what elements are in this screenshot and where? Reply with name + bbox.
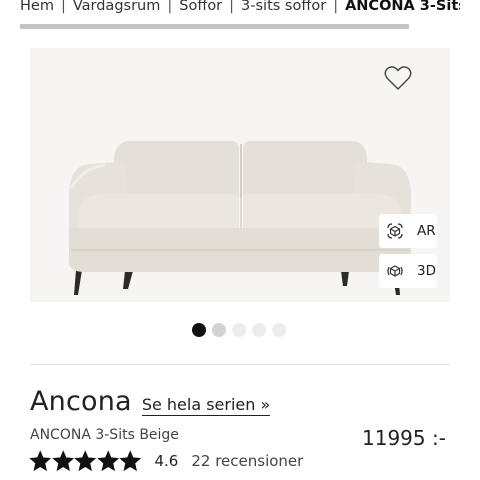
breadcrumb-separator: | xyxy=(333,0,339,14)
breadcrumb-item-3-sits-soffor[interactable]: 3-sits soffor xyxy=(241,0,326,14)
breadcrumb-item-vardagsrum[interactable]: Vardagsrum xyxy=(73,0,161,14)
section-divider xyxy=(30,364,450,365)
gallery-dot-2[interactable] xyxy=(212,323,226,337)
star-icon xyxy=(96,450,119,472)
star-icon xyxy=(51,450,74,472)
sofa-product-image xyxy=(69,141,411,295)
product-title: Ancona xyxy=(30,386,132,417)
star-icon xyxy=(119,450,142,472)
breadcrumb-item-hem[interactable]: Hem xyxy=(20,0,54,14)
rating-value: 4.6 xyxy=(154,452,179,470)
breadcrumb-separator: | xyxy=(60,0,66,14)
gallery-dot-5[interactable] xyxy=(272,323,286,337)
gallery-dot-4[interactable] xyxy=(252,323,266,337)
rating-stars xyxy=(29,450,142,472)
star-icon xyxy=(29,450,52,472)
star-icon xyxy=(74,450,97,472)
3d-view-button[interactable]: 3D xyxy=(379,254,437,288)
gallery-pagination xyxy=(192,322,292,338)
breadcrumb: Hem | Vardagsrum | Soffor | 3-sits soffo… xyxy=(20,0,460,18)
3d-cube-icon xyxy=(387,265,403,277)
breadcrumb-item-current: ANCONA 3-Sits xyxy=(345,0,460,14)
3d-label: 3D xyxy=(417,263,436,279)
breadcrumb-item-soffor[interactable]: Soffor xyxy=(179,0,222,14)
review-count-link[interactable]: 22 recensioner xyxy=(191,452,303,470)
product-image-gallery[interactable]: AR 3D xyxy=(30,48,450,302)
see-series-link[interactable]: Se hela serien » xyxy=(141,395,271,416)
breadcrumb-scrollbar[interactable] xyxy=(20,24,409,29)
product-subtitle: ANCONA 3-Sits Beige xyxy=(30,427,179,443)
product-title-row: Ancona Se hela serien » xyxy=(30,386,271,417)
ar-label: AR xyxy=(417,223,436,239)
ar-view-button[interactable]: AR xyxy=(379,214,437,248)
ar-cube-icon xyxy=(387,223,403,239)
heart-outline-icon[interactable] xyxy=(384,65,412,91)
breadcrumb-separator: | xyxy=(229,0,235,14)
gallery-dot-1[interactable] xyxy=(192,323,206,337)
product-price: 11995 :- xyxy=(362,426,446,450)
gallery-dot-3[interactable] xyxy=(232,323,246,337)
rating-row[interactable]: 4.6 22 recensioner xyxy=(29,450,303,472)
breadcrumb-separator: | xyxy=(167,0,173,14)
